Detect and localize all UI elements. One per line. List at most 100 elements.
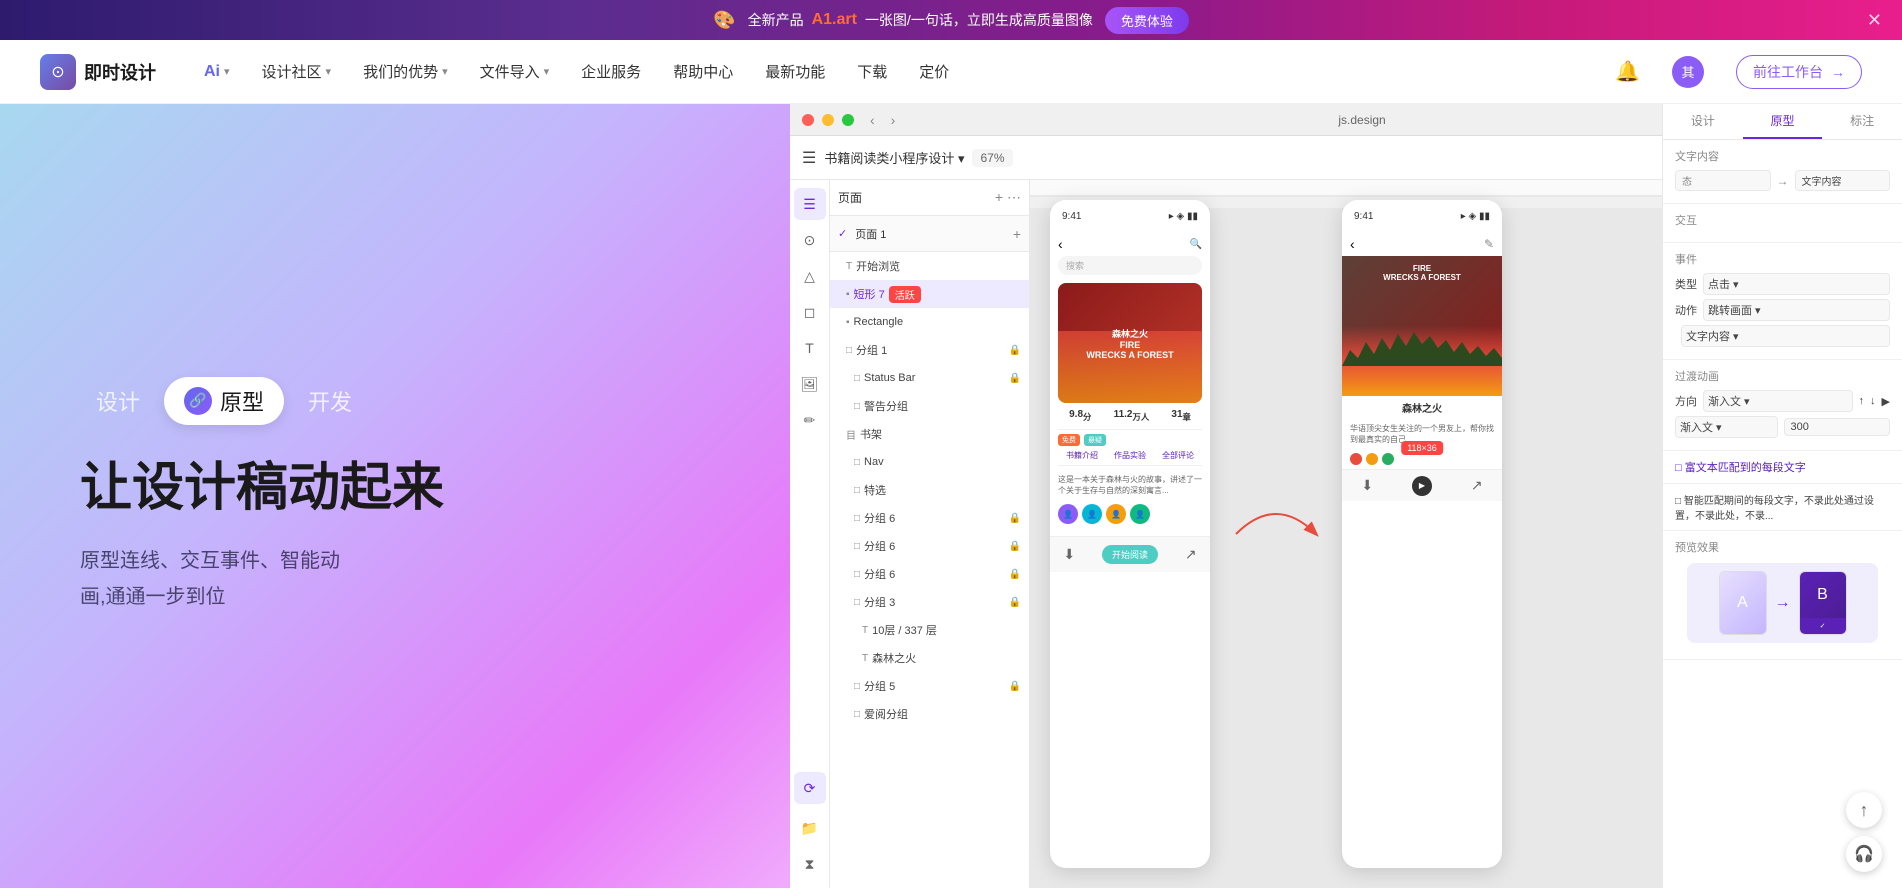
sidebar-frame-icon[interactable]: △ bbox=[794, 260, 826, 292]
bottom-download-icon[interactable]: ⬇ bbox=[1063, 546, 1075, 563]
layer-type-icon: □ bbox=[854, 709, 860, 720]
sidebar-layers-icon[interactable]: ☰ bbox=[794, 188, 826, 220]
support-button[interactable]: 🎧 bbox=[1846, 836, 1882, 872]
tab-intro[interactable]: 书籍介绍 bbox=[1066, 450, 1098, 461]
tab-prototype[interactable]: 🔗 原型 bbox=[164, 377, 284, 425]
layer-item[interactable]: □ Status Bar 🔒 bbox=[830, 364, 1029, 392]
event-action-select[interactable]: 跳转画面 ▾ bbox=[1703, 299, 1890, 321]
menu-icon[interactable]: ☰ bbox=[802, 148, 816, 168]
user-avatar[interactable]: 其 bbox=[1672, 56, 1704, 88]
sidebar-component-icon[interactable]: ◻ bbox=[794, 296, 826, 328]
event-target-select[interactable]: 文字内容 ▾ bbox=[1681, 325, 1890, 347]
layer-item[interactable]: □ 分组 3 🔒 bbox=[830, 588, 1029, 616]
book-cover-image: 森林之火FIREWRECKS A FOREST bbox=[1058, 283, 1202, 403]
window-close-dot[interactable] bbox=[802, 114, 814, 126]
event-type-select[interactable]: 点击 ▾ bbox=[1703, 273, 1890, 295]
layer-item[interactable]: □ 分组 6 🔒 bbox=[830, 504, 1029, 532]
back-icon[interactable]: ‹ bbox=[1058, 236, 1063, 252]
event-action-label: 动作 bbox=[1675, 302, 1697, 318]
control-play-icon[interactable]: ▶ bbox=[1412, 476, 1432, 496]
layer-item[interactable]: □ 爱阅分组 bbox=[830, 700, 1029, 728]
layer-item[interactable]: □ Nav bbox=[830, 448, 1029, 476]
animation-expand-icon[interactable]: ▶ bbox=[1882, 395, 1890, 408]
notification-bell-icon[interactable]: 🔔 bbox=[1615, 59, 1640, 84]
layer-item[interactable]: T 10层 / 337 层 bbox=[830, 616, 1029, 644]
sidebar-prototype-icon[interactable]: ⟳ bbox=[794, 772, 826, 804]
nav-item-advantage[interactable]: 我们的优势 ▾ bbox=[363, 61, 448, 82]
nav-enterprise-label: 企业服务 bbox=[581, 61, 641, 82]
nav-item-pricing[interactable]: 定价 bbox=[919, 61, 949, 82]
page-add-icon[interactable]: + bbox=[1013, 226, 1021, 242]
layer-item[interactable]: □ 分组 5 🔒 bbox=[830, 672, 1029, 700]
banner-cta-button[interactable]: 免费体验 bbox=[1105, 7, 1189, 34]
nav-item-help[interactable]: 帮助中心 bbox=[673, 61, 733, 82]
pages-title: 页面 bbox=[838, 189, 862, 206]
layer-item[interactable]: T 开始浏览 bbox=[830, 252, 1029, 280]
text-target-input[interactable]: 文字内容 bbox=[1795, 180, 1891, 191]
sidebar-pen-icon[interactable]: ✏ bbox=[794, 404, 826, 436]
sidebar-search-icon[interactable]: ⊙ bbox=[794, 224, 826, 256]
layer-item[interactable]: □ 警告分组 bbox=[830, 392, 1029, 420]
nav-item-ai[interactable]: Ai ▾ bbox=[204, 63, 230, 81]
layer-item[interactable]: ▪ Rectangle bbox=[830, 308, 1029, 336]
tab-catalog[interactable]: 作品实验 bbox=[1114, 450, 1146, 461]
tab-design[interactable]: 设计 bbox=[80, 377, 156, 425]
layers-more-icon[interactable]: ⋯ bbox=[1007, 189, 1021, 206]
layer-item[interactable]: T 森林之火 bbox=[830, 644, 1029, 672]
scroll-to-top-button[interactable]: ↑ bbox=[1846, 792, 1882, 828]
window-maximize-dot[interactable] bbox=[842, 114, 854, 126]
window-minimize-dot[interactable] bbox=[822, 114, 834, 126]
bottom-share-icon[interactable]: ↗ bbox=[1185, 546, 1197, 563]
window-forward-icon[interactable]: › bbox=[891, 112, 896, 128]
nav-item-features[interactable]: 最新功能 bbox=[765, 61, 825, 82]
fix-checkbox[interactable]: □ bbox=[1675, 496, 1681, 507]
sidebar-text-icon[interactable]: T bbox=[794, 332, 826, 364]
layer-item[interactable]: □ 分组 1 🔒 bbox=[830, 336, 1029, 364]
state-input[interactable]: 态 bbox=[1675, 180, 1771, 191]
add-page-icon[interactable]: + bbox=[995, 189, 1003, 206]
layer-label: 森林之火 bbox=[872, 650, 916, 666]
zoom-level[interactable]: 67% bbox=[972, 149, 1012, 167]
preview-screen-after: B bbox=[1800, 572, 1846, 618]
search-input-mock[interactable]: 搜索 bbox=[1058, 256, 1202, 275]
banner-close-button[interactable]: ✕ bbox=[1867, 10, 1882, 31]
window-back-icon[interactable]: ‹ bbox=[870, 112, 875, 128]
nav-item-community[interactable]: 设计社区 ▾ bbox=[262, 61, 332, 82]
animation-up-icon[interactable]: ↑ bbox=[1859, 395, 1865, 407]
nav-item-enterprise[interactable]: 企业服务 bbox=[581, 61, 641, 82]
layer-item[interactable]: □ 分组 6 🔒 bbox=[830, 532, 1029, 560]
hero-title: 让设计稿动起来 bbox=[80, 457, 710, 519]
animation-direction-select[interactable]: 渐入文 ▾ bbox=[1703, 390, 1853, 412]
start-reading-button[interactable]: 开始阅读 bbox=[1102, 545, 1158, 564]
layer-item[interactable]: 目 书架 bbox=[830, 420, 1029, 448]
layer-item[interactable]: □ 特选 bbox=[830, 476, 1029, 504]
rich-text-label[interactable]: □ 富文本匹配到的每段文字 bbox=[1675, 459, 1890, 475]
page-name[interactable]: 页面 1 bbox=[855, 226, 886, 242]
sidebar-image-icon[interactable]: 🖼 bbox=[794, 368, 826, 400]
nav-item-import[interactable]: 文件导入 ▾ bbox=[480, 61, 550, 82]
hero-tab-bar: 设计 🔗 原型 开发 bbox=[80, 377, 710, 425]
sidebar-assets-icon[interactable]: 📁 bbox=[794, 812, 826, 844]
phone2-back-icon[interactable]: ‹ bbox=[1350, 236, 1355, 252]
layer-item-active[interactable]: ▪ 短形 7 活跃 bbox=[830, 280, 1029, 308]
preview-title: 预览效果 bbox=[1675, 539, 1890, 555]
file-name[interactable]: 书籍阅读类小程序设计 ▾ bbox=[824, 148, 964, 167]
layer-item[interactable]: □ 分组 6 🔒 bbox=[830, 560, 1029, 588]
control-next-icon[interactable]: ↗ bbox=[1471, 477, 1483, 494]
goto-workspace-button[interactable]: 前往工作台 → bbox=[1736, 55, 1862, 89]
animation-duration-input[interactable]: 300 bbox=[1784, 418, 1891, 436]
banner-icon: 🎨 bbox=[713, 10, 735, 31]
animation-down-icon[interactable]: ↓ bbox=[1870, 395, 1876, 407]
tab-reviews[interactable]: 全部评论 bbox=[1162, 450, 1194, 461]
tab-dev[interactable]: 开发 bbox=[292, 377, 368, 425]
phone-status-icons: ▸ ◈ ▮▮ bbox=[1169, 211, 1198, 222]
nav-features-label: 最新功能 bbox=[765, 61, 825, 82]
animation-easing-select[interactable]: 渐入文 ▾ bbox=[1675, 416, 1778, 438]
phone2-edit-icon[interactable]: ✎ bbox=[1484, 237, 1494, 251]
nav-item-download[interactable]: 下载 bbox=[857, 61, 887, 82]
logo-area[interactable]: ⊙ 即时设计 bbox=[40, 54, 156, 90]
sidebar-history-icon[interactable]: ⧗ bbox=[794, 848, 826, 880]
rich-text-checkbox[interactable]: □ bbox=[1675, 462, 1682, 474]
control-prev-icon[interactable]: ⬇ bbox=[1361, 477, 1373, 494]
preview-phone-after: B ✓ bbox=[1799, 571, 1847, 635]
